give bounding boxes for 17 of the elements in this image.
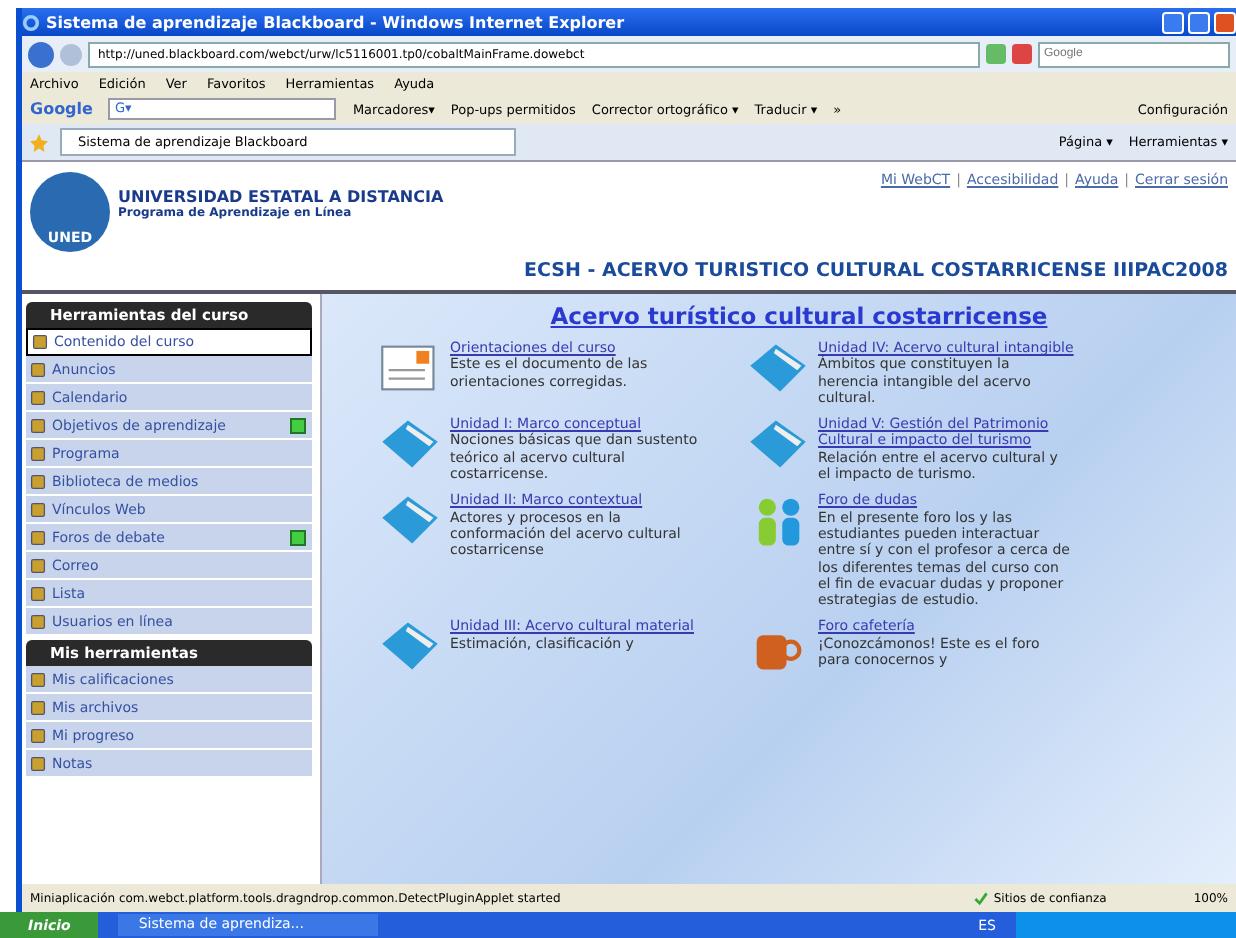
- check-icon: [973, 891, 988, 905]
- university-name: UNIVERSIDAD ESTATAL A DISTANCIA: [118, 188, 444, 206]
- maximize-button[interactable]: [1188, 11, 1210, 33]
- folder-icon: [746, 416, 810, 473]
- window-title: Sistema de aprendizaje Blackboard - Windows Internet Explorer: [46, 13, 627, 31]
- folder-icon: [378, 618, 442, 675]
- folder-icon: [746, 340, 810, 396]
- back-button[interactable]: [28, 41, 54, 67]
- favorites-star-icon[interactable]: [30, 133, 48, 151]
- folder-icon: [378, 416, 442, 473]
- google-logo: Google: [30, 100, 93, 118]
- browser-icon: [22, 13, 40, 31]
- minimize-button[interactable]: [1162, 11, 1184, 33]
- folder-icon: [378, 492, 442, 549]
- close-button[interactable]: [1214, 11, 1236, 33]
- content-title[interactable]: Acervo turístico cultural costarricense: [550, 302, 1048, 330]
- stop-button[interactable]: [1012, 44, 1032, 64]
